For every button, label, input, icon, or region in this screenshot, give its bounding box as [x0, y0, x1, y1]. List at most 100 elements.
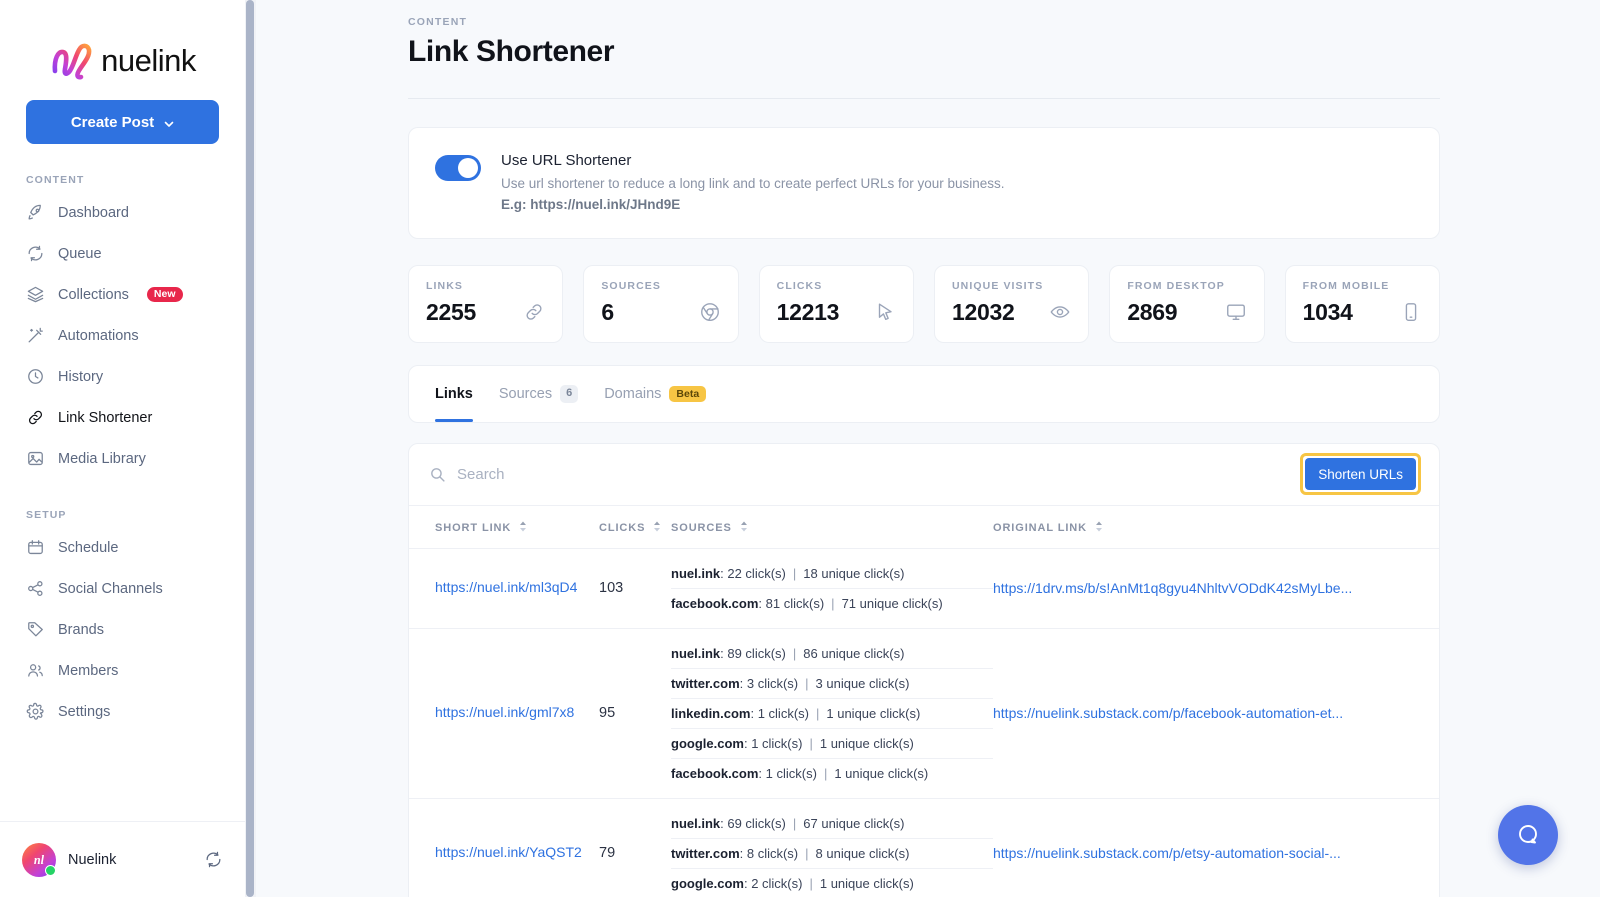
source-domain: facebook.com [671, 595, 759, 611]
original-link[interactable]: https://nuelink.substack.com/p/etsy-auto… [993, 845, 1439, 861]
sidebar-item-history[interactable]: History [0, 356, 245, 397]
stat-card-unique-visits: UNIQUE VISITS 12032 [933, 264, 1090, 343]
stat-card-sources: SOURCES 6 [583, 264, 739, 343]
beta-badge: Beta [669, 385, 707, 403]
source-unique: 3 unique click(s) [815, 675, 910, 691]
sidebar-item-media-library[interactable]: Media Library [0, 438, 245, 479]
sort-icon [653, 521, 661, 532]
sidebar-item-dashboard[interactable]: Dashboard [0, 192, 245, 233]
tab-label: Domains [604, 385, 662, 402]
sources-list: nuel.ink: 89 click(s) | 86 unique click(s)… [671, 629, 993, 798]
source-row: twitter.com: 3 click(s) | 3 unique click(s… [671, 669, 993, 699]
stat-card-from-desktop: FROM DESKTOP 2869 [1109, 264, 1265, 343]
sidebar-item-label: Settings [58, 703, 111, 720]
tab-sources[interactable]: Sources 6 [486, 366, 591, 422]
cell-short-link: https://nuel.ink/gml7x8 [409, 628, 599, 799]
source-unique: 67 unique click(s) [803, 815, 905, 831]
sidebar-item-social-channels[interactable]: Social Channels [0, 568, 245, 609]
sidebar: nuelink Create Post CONTENT Dashboard Qu… [0, 0, 245, 897]
source-domain: google.com [671, 875, 744, 891]
column-header-sources[interactable]: SOURCES [671, 505, 993, 549]
create-post-button[interactable]: Create Post [26, 100, 219, 144]
column-label: SHORT LINK [435, 521, 512, 534]
stat-label: UNIQUE VISITS [951, 279, 1044, 292]
sidebar-item-brands[interactable]: Brands [0, 609, 245, 650]
calendar-icon [26, 538, 45, 557]
share-icon [26, 579, 45, 598]
search-icon [429, 466, 446, 483]
sidebar-item-queue[interactable]: Queue [0, 233, 245, 274]
cell-clicks: 103 [599, 548, 671, 629]
shorten-urls-button[interactable]: Shorten URLs [1305, 458, 1416, 491]
source-clicks: 1 click(s) [757, 705, 809, 721]
source-domain: linkedin.com [671, 705, 751, 721]
source-row: facebook.com: 1 click(s) | 1 unique click(… [671, 765, 929, 781]
cell-sources: nuel.ink: 89 click(s) | 86 unique click(s)… [671, 628, 993, 799]
original-link[interactable]: https://1drv.ms/b/s!AnMt1q8gyu4NhltvVODd… [993, 580, 1439, 596]
header-divider [408, 98, 1440, 99]
sidebar-item-collections[interactable]: Collections New [0, 274, 245, 315]
source-unique: 8 unique click(s) [815, 845, 910, 861]
nav-section-label-setup: SETUP [26, 509, 67, 521]
image-icon [26, 449, 45, 468]
avatar: nl [22, 842, 56, 877]
column-label: SOURCES [671, 521, 732, 534]
table-row: https://nuel.ink/ml3qD4 103 nuel.ink: 22… [409, 548, 1439, 629]
rocket-icon [26, 203, 45, 222]
sidebar-item-schedule[interactable]: Schedule [0, 527, 245, 568]
sidebar-item-settings[interactable]: Settings [0, 691, 245, 732]
magic-wand-icon [26, 326, 45, 345]
column-header-clicks[interactable]: CLICKS [599, 505, 671, 549]
shorten-urls-highlight: Shorten URLs [1300, 453, 1421, 496]
stat-label: CLICKS [776, 279, 823, 292]
scrollbar-thumb[interactable] [246, 0, 254, 897]
column-header-original-link[interactable]: ORIGINAL LINK [993, 505, 1439, 549]
links-table-head: SHORT LINK CLICKS SOURCES ORIGINAL LINK [409, 505, 1439, 549]
tab-links[interactable]: Links [435, 366, 486, 422]
short-link[interactable]: https://nuel.ink/YaQST2 [435, 844, 582, 860]
short-link[interactable]: https://nuel.ink/ml3qD4 [435, 579, 577, 595]
page-scrollbar[interactable] [245, 0, 256, 897]
sidebar-item-label: Media Library [58, 450, 146, 467]
original-link[interactable]: https://nuelink.substack.com/p/facebook-… [993, 705, 1439, 721]
stat-card-clicks: CLICKS 12213 [758, 264, 914, 343]
refresh-icon[interactable] [204, 850, 223, 869]
brand-logo[interactable]: nuelink [0, 0, 245, 96]
mobile-icon [1400, 301, 1422, 323]
sidebar-item-label: Members [58, 662, 119, 679]
account-name: Nuelink [68, 851, 117, 868]
short-link[interactable]: https://nuel.ink/gml7x8 [435, 704, 574, 720]
cursor-icon [874, 301, 896, 323]
cell-sources: nuel.ink: 69 click(s) | 67 unique click(s)… [671, 798, 993, 897]
stat-card-links: LINKS 2255 [408, 264, 564, 343]
stat-value: 12213 [776, 298, 840, 325]
cell-clicks: 79 [599, 798, 671, 897]
tab-count-badge: 6 [560, 385, 579, 403]
source-domain: nuel.ink [671, 565, 721, 581]
nav-section-content: CONTENT Dashboard Queue Collections New … [0, 174, 245, 479]
source-clicks: 89 click(s) [727, 645, 786, 661]
sidebar-account[interactable]: nl Nuelink [0, 821, 245, 897]
source-row: nuel.ink: 22 click(s) | 18 unique click(s) [671, 559, 993, 589]
use-url-shortener-toggle[interactable] [435, 155, 481, 181]
stat-label: FROM DESKTOP [1127, 279, 1225, 292]
nuelink-logo-icon [49, 41, 95, 81]
tabs-bar: Links Sources 6 Domains Beta [408, 364, 1440, 423]
cell-clicks: 95 [599, 628, 671, 799]
tab-domains[interactable]: Domains Beta [591, 366, 719, 422]
nav-section-setup: SETUP Schedule Social Channels Brands Me… [0, 509, 245, 732]
source-unique: 1 unique click(s) [819, 875, 914, 891]
help-chat-button[interactable] [1498, 805, 1558, 865]
sidebar-item-label: Brands [58, 621, 104, 638]
source-clicks: 22 click(s) [727, 565, 786, 581]
url-shortener-title: Use URL Shortener [501, 152, 632, 169]
sort-icon [1095, 521, 1103, 532]
source-domain: nuel.ink [671, 645, 721, 661]
sidebar-item-link-shortener[interactable]: Link Shortener [0, 397, 245, 438]
source-unique: 86 unique click(s) [803, 645, 905, 661]
column-header-short-link[interactable]: SHORT LINK [409, 505, 599, 549]
search-input[interactable] [457, 465, 1301, 483]
sidebar-item-members[interactable]: Members [0, 650, 245, 691]
sidebar-item-label: Collections [58, 286, 129, 303]
sidebar-item-automations[interactable]: Automations [0, 315, 245, 356]
